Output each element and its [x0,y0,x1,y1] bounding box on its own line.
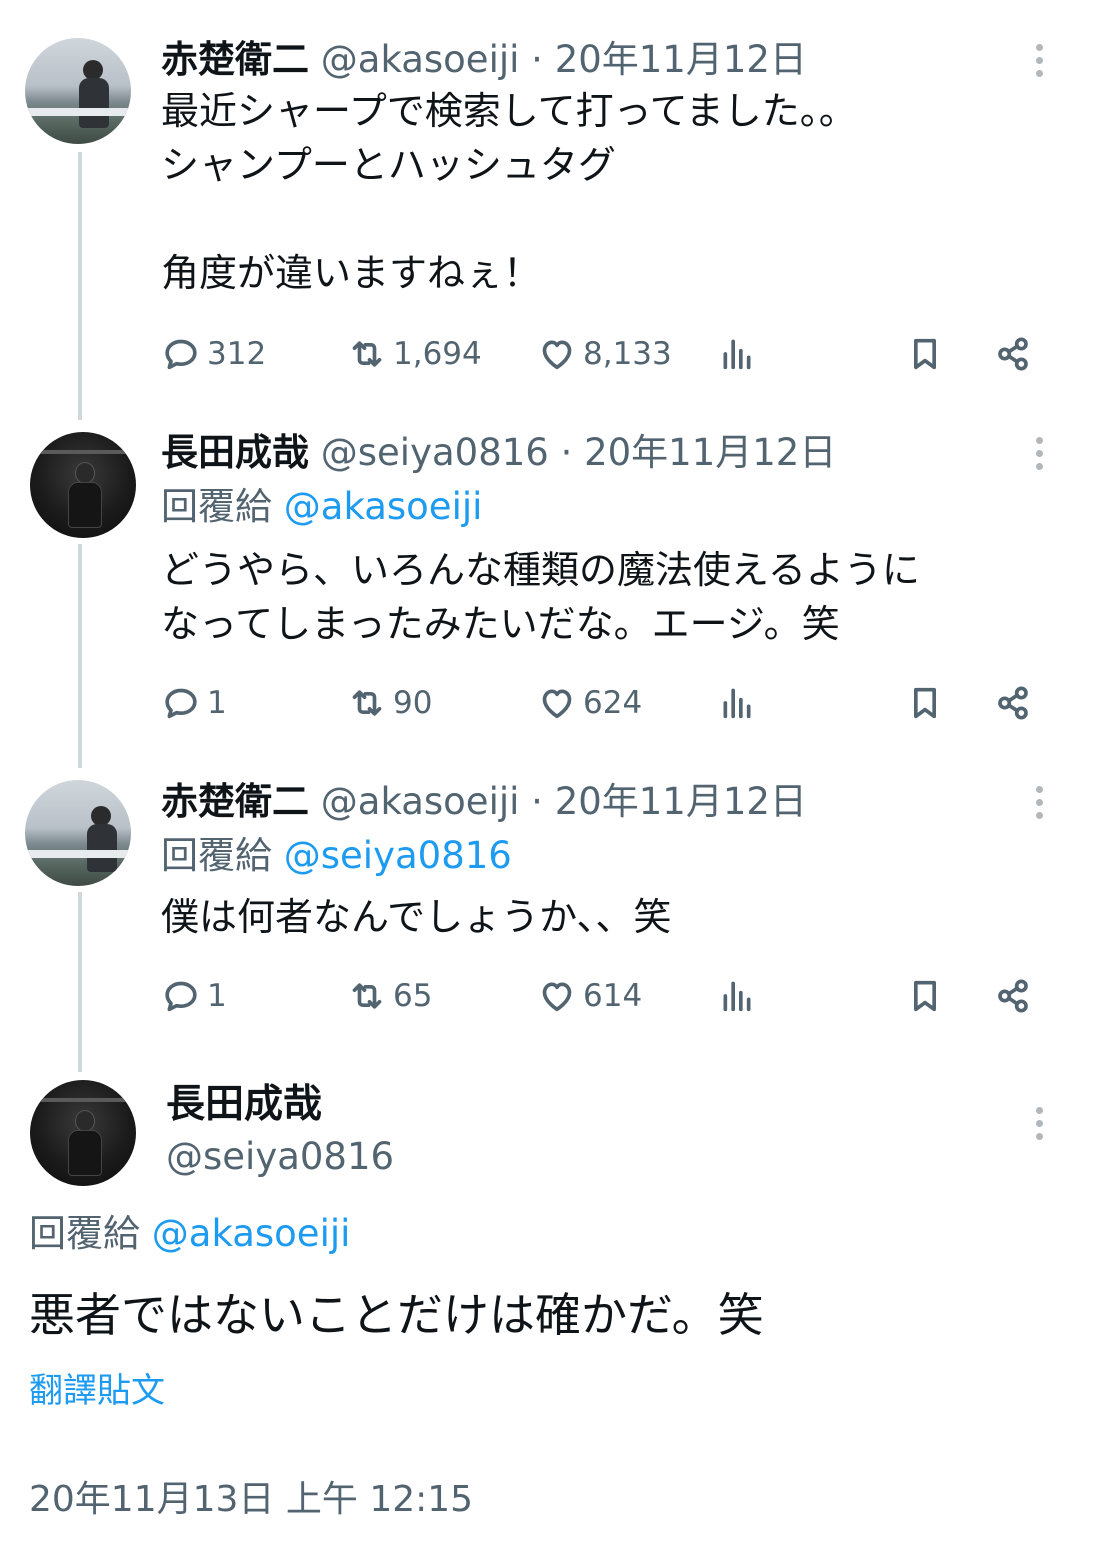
main-reply-to-line: 回覆給 @akasoeiji [29,1208,350,1260]
views-button[interactable] [717,679,757,727]
retweet-count: 65 [393,978,433,1014]
bookmark-button[interactable] [905,972,945,1020]
reply-icon [165,339,197,370]
share-button[interactable] [993,679,1033,727]
action-bar: 312 1,694 8,133 [161,330,1041,378]
more-icon[interactable] [1028,38,1050,82]
like-count: 614 [583,978,643,1014]
reply-count: 1 [207,685,227,721]
bookmark-button[interactable] [905,679,945,727]
tweet-header: 赤楚衛二 @akasoeiji · 20年11月12日 [161,776,807,828]
heart-icon [542,340,572,370]
tweet[interactable]: 赤楚衛二 @akasoeiji · 20年11月12日 最近シャープで検索して打… [0,34,1096,394]
bookmark-button[interactable] [905,330,945,378]
tweet-text: どうやら、いろんな種類の魔法使えるように なってしまったみたいだな。エージ。笑 [161,548,920,646]
avatar[interactable] [30,432,136,538]
retweet-count: 1,694 [393,336,482,372]
like-count: 624 [583,685,643,721]
heart-icon [542,982,572,1012]
share-button[interactable] [993,972,1033,1020]
reply-to-line: 回覆給 @akasoeiji [161,481,482,533]
handle-and-date[interactable]: @seiya0816 · 20年11月12日 [321,431,837,474]
more-icon[interactable] [1028,1101,1050,1145]
retweet-icon [352,690,382,716]
reply-icon [165,688,197,719]
views-button[interactable] [717,330,757,378]
main-tweet-text: 悪者ではないことだけは確かだ。笑 [29,1288,764,1342]
retweet-button[interactable]: 1,694 [347,330,482,378]
translate-post-link[interactable]: 翻譯貼文 [29,1366,165,1416]
main-tweet-avatar[interactable] [30,1080,136,1186]
tweet-text: 僕は何者なんでしょうか、、笑 [161,895,672,939]
views-icon [723,981,751,1012]
display-name[interactable]: 赤楚衛二 [161,780,309,823]
like-button[interactable]: 624 [537,679,642,727]
views-icon [723,339,751,370]
reply-button[interactable]: 1 [161,679,227,727]
reply-to-label: 回覆給 [161,834,272,877]
retweet-icon [352,341,382,367]
share-icon [998,979,1028,1013]
views-icon [723,688,751,719]
tweet[interactable]: 長田成哉 @seiya0816 · 20年11月12日 回覆給 @akasoei… [0,427,1096,747]
more-icon[interactable] [1028,780,1050,824]
reply-to-label: 回覆給 [29,1212,140,1255]
share-icon [998,686,1028,720]
reply-count: 312 [207,336,267,372]
bookmark-icon [914,980,936,1012]
main-timestamp[interactable]: 20年11月13日 上午 12:15 [29,1474,473,1526]
tweet-text: 最近シャープで検索して打ってました。。 シャンプーとハッシュタグ 角度が違います… [161,89,857,295]
reply-to-mention[interactable]: @akasoeiji [152,1212,351,1255]
like-button[interactable]: 8,133 [537,330,672,378]
heart-icon [542,689,572,719]
views-button[interactable] [717,972,757,1020]
retweet-icon [352,983,382,1009]
action-bar: 1 90 624 [161,679,1041,727]
like-button[interactable]: 614 [537,972,642,1020]
reply-button[interactable]: 312 [161,330,266,378]
bookmark-icon [914,687,936,719]
reply-icon [165,981,197,1012]
bookmark-icon [914,338,936,370]
like-count: 8,133 [583,336,672,372]
action-bar: 1 65 614 [161,972,1041,1020]
display-name[interactable]: 赤楚衛二 [161,38,309,81]
main-display-name[interactable]: 長田成哉 [166,1078,322,1132]
display-name[interactable]: 長田成哉 [161,431,309,474]
retweet-count: 90 [393,685,433,721]
reply-to-mention[interactable]: @akasoeiji [284,485,483,528]
handle-and-date[interactable]: @akasoeiji · 20年11月12日 [321,780,807,823]
reply-count: 1 [207,978,227,1014]
tweet-header: 長田成哉 @seiya0816 · 20年11月12日 [161,427,836,479]
tweet[interactable]: 赤楚衛二 @akasoeiji · 20年11月12日 回覆給 @seiya08… [0,776,1096,1046]
reply-button[interactable]: 1 [161,972,227,1020]
reply-to-mention[interactable]: @seiya0816 [284,834,512,877]
share-button[interactable] [993,330,1033,378]
handle-and-date[interactable]: @akasoeiji · 20年11月12日 [321,38,807,81]
tweet-header: 赤楚衛二 @akasoeiji · 20年11月12日 [161,34,807,86]
main-handle[interactable]: @seiya0816 [166,1130,394,1184]
share-icon [998,337,1028,371]
avatar[interactable] [25,38,131,144]
avatar[interactable] [25,780,131,886]
retweet-button[interactable]: 65 [347,972,432,1020]
reply-to-label: 回覆給 [161,485,272,528]
more-icon[interactable] [1028,431,1050,475]
reply-to-line: 回覆給 @seiya0816 [161,830,512,882]
retweet-button[interactable]: 90 [347,679,432,727]
